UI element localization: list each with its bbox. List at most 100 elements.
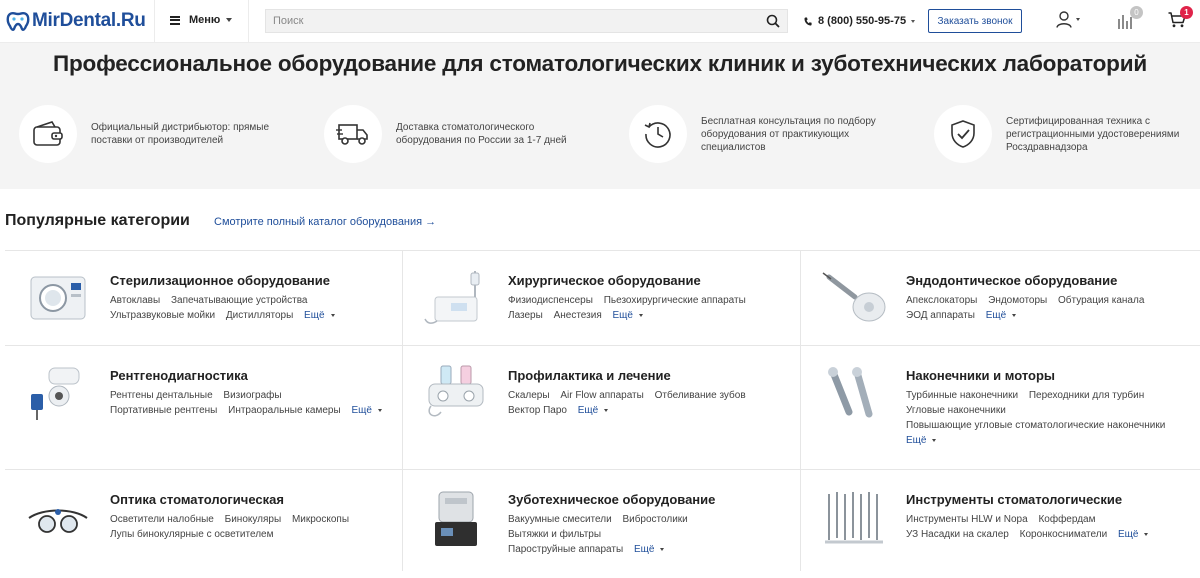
category-link[interactable]: Коффердам <box>1038 514 1095 525</box>
category-link[interactable]: Инструменты HLW и Nopa <box>906 514 1028 525</box>
header-divider <box>248 0 249 43</box>
feature-icon-circle <box>19 105 77 163</box>
category-link[interactable]: ЭОД аппараты <box>906 310 975 321</box>
category-title[interactable]: Профилактика и лечение <box>508 368 671 383</box>
more-link[interactable]: Ещё <box>304 310 334 321</box>
category-link[interactable]: Коронкосниматели <box>1020 529 1108 540</box>
category-card: Эндодонтическое оборудование Апекслокато… <box>801 251 1200 346</box>
user-account-button[interactable] <box>1056 11 1080 28</box>
feature-text: Доставка стоматологического оборудования… <box>396 122 567 146</box>
cart-count-badge: 1 <box>1180 6 1193 19</box>
feature-item: Бесплатная консультация по подбору обору… <box>629 105 881 163</box>
header-divider <box>154 0 155 43</box>
category-link[interactable]: Скалеры <box>508 390 550 401</box>
category-title[interactable]: Наконечники и моторы <box>906 368 1055 383</box>
shield-check-icon <box>951 120 975 148</box>
compare-count-badge: 0 <box>1130 6 1143 19</box>
more-link[interactable]: Ещё <box>986 310 1016 321</box>
category-card: Хирургическое оборудование Физиодиспенсе… <box>403 251 801 346</box>
category-link[interactable]: УЗ Насадки на скалер <box>906 529 1009 540</box>
phone-icon <box>804 17 812 26</box>
category-link[interactable]: Переходники для турбин <box>1029 390 1144 401</box>
category-link[interactable]: Air Flow аппараты <box>560 390 644 401</box>
feature-icon-circle <box>629 105 687 163</box>
autoclave-image <box>30 276 86 320</box>
chevron-down-icon <box>1076 18 1080 21</box>
category-grid: Стерилизационное оборудование Автоклавы … <box>5 250 1200 571</box>
category-title[interactable]: Стерилизационное оборудование <box>110 273 330 288</box>
category-title[interactable]: Инструменты стоматологические <box>906 492 1122 507</box>
menu-button[interactable]: Меню <box>170 14 233 26</box>
category-link[interactable]: Рентгены дентальные <box>110 390 213 401</box>
category-link[interactable]: Вакуумные смесители <box>508 514 612 525</box>
cart-button[interactable]: 1 <box>1168 6 1193 31</box>
category-link[interactable]: Угловые наконечники <box>906 405 1006 416</box>
more-link[interactable]: Ещё <box>634 544 664 555</box>
endo-motor-image <box>822 272 886 322</box>
menu-label: Меню <box>189 14 221 26</box>
category-link[interactable]: Визиографы <box>223 390 281 401</box>
category-link[interactable]: Дистилляторы <box>226 310 293 321</box>
category-title[interactable]: Эндодонтическое оборудование <box>906 273 1117 288</box>
more-link[interactable]: Ещё <box>613 310 643 321</box>
truck-icon <box>336 124 368 145</box>
more-link[interactable]: Ещё <box>906 435 936 446</box>
more-link[interactable]: Ещё <box>578 405 608 416</box>
category-link[interactable]: Вектор Паро <box>508 405 567 416</box>
category-link[interactable]: Пьезохирургические аппараты <box>604 295 746 306</box>
feature-text: Официальный дистрибьютор: прямые поставк… <box>91 122 270 146</box>
category-link[interactable]: Интраоральные камеры <box>228 405 341 416</box>
logo-text: MirDental.Ru <box>32 10 146 31</box>
category-link[interactable]: Эндомоторы <box>988 295 1047 306</box>
more-link[interactable]: Ещё <box>351 405 381 416</box>
category-link[interactable]: Апекслокаторы <box>906 295 977 306</box>
category-card: Инструменты стоматологические Инструмент… <box>801 470 1200 571</box>
full-catalog-link[interactable]: Смотрите полный каталог оборудования → <box>214 216 436 228</box>
more-link[interactable]: Ещё <box>1118 529 1148 540</box>
category-link[interactable]: Анестезия <box>554 310 602 321</box>
category-links: Рентгены дентальные Визиографы Портативн… <box>110 388 400 418</box>
category-title[interactable]: Зуботехническое оборудование <box>508 492 715 507</box>
category-link[interactable]: Запечатывающие устройства <box>171 295 308 306</box>
feature-icon-circle <box>324 105 382 163</box>
feature-text: Сертифицированная техника с регистрацион… <box>1006 115 1180 153</box>
category-link[interactable]: Бинокуляры <box>225 514 282 525</box>
category-link[interactable]: Обтурация канала <box>1058 295 1144 306</box>
category-title[interactable]: Оптика стоматологическая <box>110 492 284 507</box>
category-card: Зуботехническое оборудование Вакуумные с… <box>403 470 801 571</box>
search-input[interactable] <box>266 10 759 32</box>
category-link[interactable]: Турбинные наконечники <box>906 390 1018 401</box>
category-link[interactable]: Осветители налобные <box>110 514 214 525</box>
search-button[interactable] <box>759 10 787 32</box>
category-link[interactable]: Лазеры <box>508 310 543 321</box>
category-links: Осветители налобные Бинокуляры Микроскоп… <box>110 512 400 542</box>
category-link[interactable]: Повышающие угловые стоматологические нак… <box>906 420 1165 431</box>
category-link[interactable]: Физиодиспенсеры <box>508 295 593 306</box>
page-title: Профессиональное оборудование для стомат… <box>53 51 1147 76</box>
instruments-image <box>825 492 883 544</box>
category-link[interactable]: Лупы бинокулярные с осветителем <box>110 529 274 540</box>
callback-button[interactable]: Заказать звонок <box>928 9 1022 33</box>
category-card: Оптика стоматологическая Осветители нало… <box>5 470 403 571</box>
site-logo[interactable]: MirDental.Ru <box>6 9 146 33</box>
category-title[interactable]: Рентгенодиагностика <box>110 368 248 383</box>
loupes-image <box>28 509 88 533</box>
category-title[interactable]: Хирургическое оборудование <box>508 273 701 288</box>
category-link[interactable]: Отбеливание зубов <box>655 390 746 401</box>
category-links: Инструменты HLW и Nopa Коффердам УЗ Наса… <box>906 512 1196 542</box>
category-link[interactable]: Автоклавы <box>110 295 160 306</box>
feature-text: Бесплатная консультация по подбору обору… <box>701 115 876 153</box>
site-header: MirDental.Ru Меню 8 (800) 550-95-75 Зака… <box>0 0 1200 43</box>
category-link[interactable]: Портативные рентгены <box>110 405 217 416</box>
feature-item: Доставка стоматологического оборудования… <box>324 105 576 163</box>
feature-item: Сертифицированная техника с регистрацион… <box>934 105 1186 163</box>
section-title: Популярные категории <box>5 212 190 229</box>
category-link[interactable]: Вибростолики <box>622 514 687 525</box>
category-link[interactable]: Вытяжки и фильтры <box>508 529 601 540</box>
category-link[interactable]: Пароструйные аппараты <box>508 544 623 555</box>
phone-number[interactable]: 8 (800) 550-95-75 <box>804 15 916 27</box>
compare-button[interactable]: 0 <box>1117 6 1143 32</box>
category-link[interactable]: Ультразвуковые мойки <box>110 310 215 321</box>
category-link[interactable]: Микроскопы <box>292 514 349 525</box>
clock-icon <box>644 122 671 148</box>
